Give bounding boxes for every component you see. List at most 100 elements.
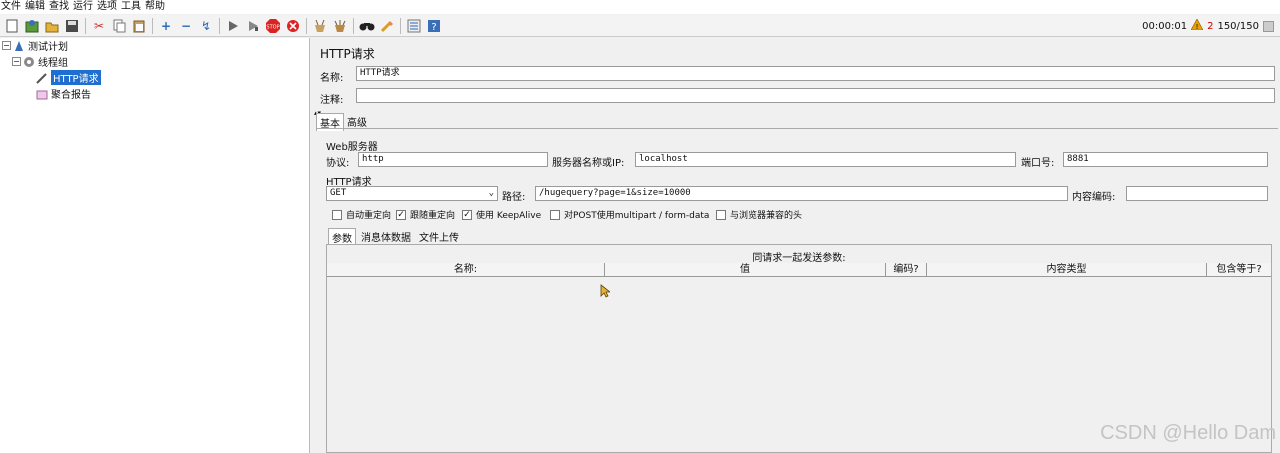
copy-icon[interactable] (111, 18, 127, 34)
checkbox-label: 与浏览器兼容的头 (730, 211, 803, 221)
collapse-toggle-icon[interactable]: − (2, 41, 11, 50)
new-icon[interactable] (4, 18, 20, 34)
path-field[interactable]: /hugequery?page=1&size=10000 (535, 186, 1068, 201)
tab-divider (316, 128, 1278, 129)
clear-all-icon[interactable] (332, 18, 348, 34)
tree-label-http-request: HTTP请求 (51, 70, 101, 85)
menu-bar: 文件 编辑 查找 运行 选项 工具 帮助 (0, 0, 1280, 14)
toolbar-separator (353, 17, 354, 34)
column-header-value[interactable]: 值 (605, 263, 886, 276)
thread-count: 150/150 (1217, 20, 1259, 32)
menu-edit[interactable]: 编辑 (24, 0, 48, 14)
checkbox-browser-compatible-headers[interactable]: 与浏览器兼容的头 (716, 208, 802, 221)
menu-search[interactable]: 查找 (48, 0, 72, 14)
encoding-label: 内容编码: (1072, 192, 1116, 203)
protocol-label: 协议: (326, 158, 350, 169)
method-value: GET (330, 188, 347, 198)
column-header-encode[interactable]: 编码? (886, 263, 927, 276)
paste-icon[interactable] (131, 18, 147, 34)
checkbox-multipart[interactable]: 对POST使用multipart / form-data (550, 208, 709, 221)
reset-search-icon[interactable] (379, 18, 395, 34)
clear-icon[interactable] (312, 18, 328, 34)
checkbox-auto-redirect[interactable]: 自动重定向 (332, 208, 391, 221)
checkbox-keepalive[interactable]: ✓ 使用 KeepAlive (462, 208, 541, 221)
menu-file[interactable]: 文件 (0, 0, 24, 14)
toolbar-separator (85, 17, 86, 34)
shutdown-icon[interactable] (285, 18, 301, 34)
column-header-content-type[interactable]: 内容类型 (927, 263, 1207, 276)
chevron-down-icon: ⌄ (488, 188, 494, 198)
toolbar: ✂ + − ↯ STOP ? 00:00:01 ! 2 150/150 (0, 15, 1280, 37)
comment-field[interactable] (356, 88, 1275, 103)
http-request-panel: HTTP请求 名称: HTTP请求 注释: ▴▾ 基本 高级 Web服务器 协议… (312, 38, 1280, 453)
checkbox-label: 使用 KeepAlive (476, 211, 542, 221)
web-server-group-label: Web服务器 (326, 142, 378, 153)
mouse-cursor-icon (600, 284, 612, 298)
start-icon[interactable] (225, 18, 241, 34)
report-icon (36, 88, 48, 100)
checkmark-icon[interactable]: ✓ (462, 209, 472, 220)
thread-status-indicator (1263, 20, 1274, 32)
toggle-icon[interactable]: ↯ (198, 18, 214, 34)
table-header: 名称: 值 编码? 内容类型 包含等于? (327, 263, 1271, 277)
checkbox-label: 对POST使用multipart / form-data (564, 211, 710, 221)
name-label: 名称: (320, 73, 344, 84)
run-status: 00:00:01 ! 2 150/150 (1142, 15, 1274, 37)
function-helper-icon[interactable] (406, 18, 422, 34)
column-header-include-equals[interactable]: 包含等于? (1207, 263, 1271, 276)
expand-icon[interactable]: + (158, 18, 174, 34)
panel-title: HTTP请求 (320, 47, 375, 61)
templates-icon[interactable] (24, 18, 40, 34)
warning-count: 2 (1207, 20, 1214, 32)
start-no-pause-icon[interactable] (245, 18, 261, 34)
thread-group-icon (23, 56, 35, 68)
comment-label: 注释: (320, 95, 344, 106)
menu-options[interactable]: 选项 (96, 0, 120, 14)
toolbar-separator (152, 17, 153, 34)
svg-text:!: ! (1196, 23, 1199, 30)
svg-text:STOP: STOP (266, 24, 279, 30)
help-icon[interactable]: ? (426, 18, 442, 34)
checkbox-label: 跟随重定向 (410, 211, 456, 221)
checkbox-follow-redirects[interactable]: ✓ 跟随重定向 (396, 208, 455, 221)
cut-icon[interactable]: ✂ (91, 18, 107, 34)
stop-icon[interactable]: STOP (265, 18, 281, 34)
search-icon[interactable] (359, 18, 375, 34)
toolbar-separator (306, 17, 307, 34)
tree-label-test-plan: 测试计划 (28, 42, 68, 53)
collapse-toggle-icon[interactable]: − (12, 57, 21, 66)
menu-help[interactable]: 帮助 (144, 0, 168, 14)
path-label: 路径: (502, 192, 526, 203)
collapse-icon[interactable]: − (178, 18, 194, 34)
sampler-pencil-icon (36, 72, 48, 84)
checkbox-box[interactable] (550, 209, 560, 220)
parameters-caption: 同请求一起发送参数: (752, 253, 846, 264)
tree-item-aggregate-report[interactable]: 聚合报告 (36, 86, 91, 101)
tree-item-thread-group[interactable]: − 线程组 (12, 54, 68, 69)
test-plan-icon (13, 40, 25, 52)
checkmark-icon[interactable]: ✓ (396, 209, 406, 220)
column-header-name[interactable]: 名称: (327, 263, 605, 276)
checkbox-box[interactable] (332, 209, 342, 220)
tree-item-http-request[interactable]: HTTP请求 (36, 70, 101, 85)
port-field[interactable]: 8881 (1063, 152, 1268, 167)
open-icon[interactable] (44, 18, 60, 34)
server-field[interactable]: localhost (635, 152, 1016, 167)
checkbox-box[interactable] (716, 209, 726, 220)
svg-text:?: ? (431, 22, 436, 33)
warning-icon[interactable]: ! (1190, 18, 1204, 33)
menu-run[interactable]: 运行 (72, 0, 96, 14)
toolbar-separator (400, 17, 401, 34)
checkbox-label: 自动重定向 (346, 211, 392, 221)
elapsed-time: 00:00:01 (1142, 20, 1188, 32)
method-select[interactable]: GET ⌄ (326, 186, 498, 201)
name-field[interactable]: HTTP请求 (356, 66, 1275, 81)
encoding-field[interactable] (1126, 186, 1268, 201)
save-icon[interactable] (64, 18, 80, 34)
protocol-field[interactable]: http (358, 152, 548, 167)
menu-tools[interactable]: 工具 (120, 0, 144, 14)
toolbar-separator (219, 17, 220, 34)
tree-item-test-plan[interactable]: − 测试计划 (2, 38, 68, 53)
watermark: CSDN @Hello Dam (1100, 422, 1276, 444)
port-label: 端口号: (1021, 158, 1055, 169)
